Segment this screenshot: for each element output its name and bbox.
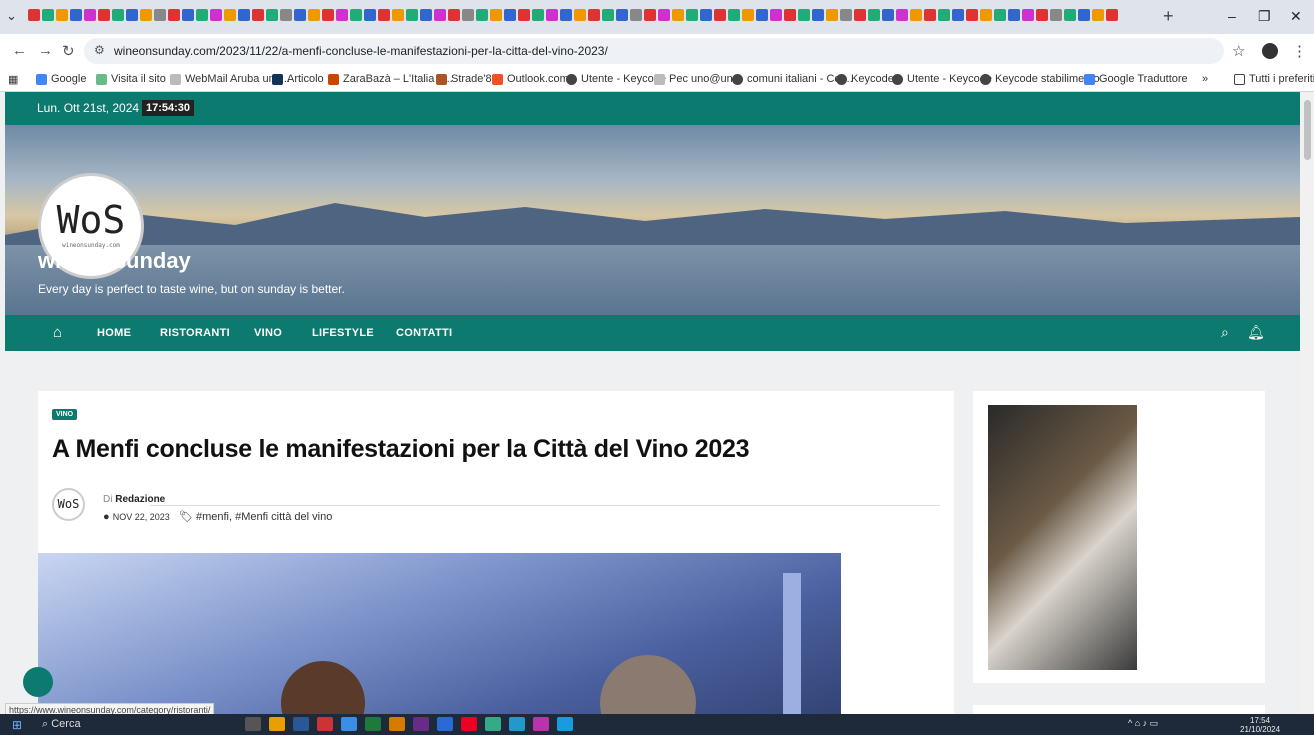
- top-info-bar: Lun. Ott 21st, 2024 17:54:30: [5, 92, 1300, 125]
- bookmark-item[interactable]: Keycode: [836, 73, 894, 85]
- category-badge[interactable]: VINO: [52, 409, 78, 420]
- post-tags[interactable]: #menfi, #Menfi città del vino: [196, 511, 332, 523]
- tag-icon: 🏷︎: [178, 511, 193, 523]
- nav-lifestyle[interactable]: LIFESTYLE: [312, 327, 374, 339]
- forward-icon[interactable]: →: [38, 42, 53, 59]
- article-card: VINO A Menfi concluse le manifestazioni …: [38, 391, 954, 714]
- clock-icon: ●: [103, 511, 110, 523]
- browser-tab-strip: ⌄ + – ❐ ✕: [0, 0, 1314, 34]
- bookmark-item[interactable]: Utente - Keycode: [892, 73, 992, 85]
- byline: Di Redazione: [103, 494, 166, 505]
- back-icon[interactable]: ←: [12, 42, 27, 59]
- windows-taskbar: ⊞ ⌕ Cerca ^ ⌂ ♪ ▭ 17:54 21/10/2024: [0, 714, 1314, 735]
- pinned-tabs[interactable]: [28, 9, 1128, 25]
- sidebar-widget-2: [973, 705, 1265, 714]
- bookmark-item[interactable]: Google Traduttore: [1084, 73, 1188, 85]
- nav-ristoranti[interactable]: RISTORANTI: [160, 327, 230, 339]
- page-scrollbar[interactable]: [1301, 92, 1314, 714]
- address-toolbar: ← → ↻ ⚙ wineonsunday.com/2023/11/22/a-me…: [0, 34, 1314, 68]
- extension-icon[interactable]: [1262, 43, 1278, 59]
- bookmark-item[interactable]: Visita il sito: [96, 73, 166, 85]
- nav-home[interactable]: HOME: [97, 327, 131, 339]
- author-avatar[interactable]: WoS: [52, 488, 85, 521]
- sidebar-widget: [973, 391, 1265, 683]
- url-text[interactable]: wineonsunday.com/2023/11/22/a-menfi-conc…: [114, 44, 608, 58]
- home-icon[interactable]: ⌂: [53, 324, 62, 341]
- close-window-icon[interactable]: ✕: [1290, 8, 1302, 25]
- taskbar-search[interactable]: ⌕ Cerca: [42, 718, 81, 731]
- header-banner: WoS wineonsunday.com wineonsunday Every …: [5, 125, 1300, 315]
- reload-icon[interactable]: ↻: [62, 42, 75, 60]
- site-tagline: Every day is perfect to taste wine, but …: [38, 282, 345, 296]
- meta-divider: [150, 505, 940, 506]
- current-clock: 17:54:30: [142, 100, 195, 116]
- tab-search-icon[interactable]: ⌄: [6, 8, 17, 24]
- bookmark-item[interactable]: ZaraBazà – L'Italia d...: [328, 73, 453, 85]
- bookmarks-overflow[interactable]: »: [1202, 73, 1208, 85]
- bell-icon[interactable]: 🔔︎: [1247, 324, 1265, 341]
- author-link[interactable]: Redazione: [115, 494, 165, 505]
- all-bookmarks-folder[interactable]: Tutti i preferiti: [1234, 73, 1314, 85]
- bookmarks-bar: ▦ Google Visita il sito WebMail Aruba un…: [0, 68, 1314, 92]
- nav-contatti[interactable]: CONTATTI: [396, 327, 452, 339]
- web-page: Lun. Ott 21st, 2024 17:54:30 WoS wineons…: [0, 92, 1314, 714]
- bookmark-item[interactable]: Strade'89: [436, 73, 498, 85]
- bookmark-item[interactable]: Outlook.com: [492, 73, 569, 85]
- site-info-icon[interactable]: ⚙: [94, 43, 105, 57]
- current-date: Lun. Ott 21st, 2024: [37, 101, 140, 115]
- minimize-icon[interactable]: –: [1228, 8, 1236, 24]
- taskbar-clock[interactable]: 17:54 21/10/2024: [1240, 716, 1280, 734]
- nav-vino[interactable]: VINO: [254, 327, 282, 339]
- apps-grid-icon[interactable]: ▦: [8, 73, 18, 86]
- bookmark-item[interactable]: Articolo: [272, 73, 324, 85]
- main-navigation: ⌂ HOME RISTORANTI VINO LIFESTYLE CONTATT…: [5, 315, 1300, 351]
- search-icon[interactable]: ⌕: [1221, 324, 1229, 341]
- bookmark-star-icon[interactable]: ☆: [1232, 42, 1245, 60]
- bookmark-item[interactable]: Utente - Keycode: [566, 73, 666, 85]
- article-meta: ● NOV 22, 2023 🏷︎ #menfi, #Menfi città d…: [103, 510, 332, 523]
- bookmark-item[interactable]: Google: [36, 73, 86, 85]
- photo-scene: [281, 573, 801, 714]
- site-name[interactable]: wineonsunday: [38, 248, 191, 274]
- address-bar[interactable]: ⚙ wineonsunday.com/2023/11/22/a-menfi-co…: [84, 38, 1224, 64]
- bookmark-item[interactable]: comuni italiani - Cer...: [732, 73, 853, 85]
- new-tab-button[interactable]: +: [1163, 6, 1174, 27]
- article-title: A Menfi concluse le manifestazioni per l…: [52, 435, 750, 463]
- post-date[interactable]: NOV 22, 2023: [113, 512, 170, 522]
- taskbar-apps[interactable]: [245, 717, 573, 731]
- menu-kebab-icon[interactable]: ⋮: [1292, 42, 1307, 60]
- link-status-url: https://www.wineonsunday.com/category/ri…: [5, 703, 215, 714]
- bookmark-item[interactable]: Pec uno@uno: [654, 73, 739, 85]
- start-icon[interactable]: ⊞: [12, 718, 22, 732]
- restore-icon[interactable]: ❐: [1258, 8, 1271, 25]
- floating-action-button[interactable]: [23, 667, 53, 697]
- sidebar-image[interactable]: [988, 405, 1137, 670]
- article-featured-image: [38, 553, 841, 714]
- system-tray[interactable]: ^ ⌂ ♪ ▭: [1128, 718, 1158, 729]
- mountains-graphic: [5, 203, 1300, 245]
- bookmark-item[interactable]: Keycode stabilimento: [980, 73, 1100, 85]
